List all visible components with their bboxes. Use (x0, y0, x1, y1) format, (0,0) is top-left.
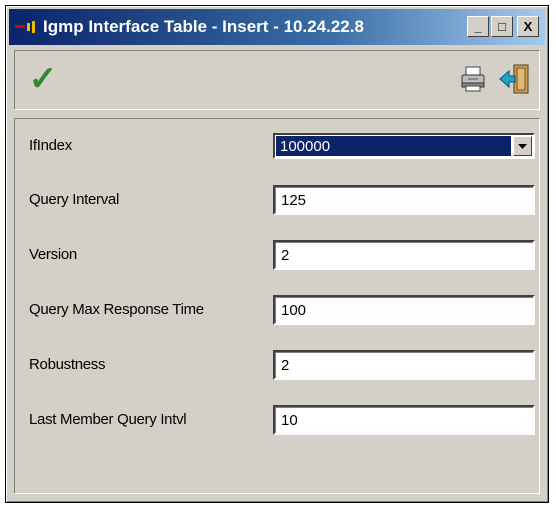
robustness-label: Robustness (29, 356, 106, 373)
ifindex-label: IfIndex (29, 137, 72, 154)
last-member-query-intvl-label: Last Member Query Intvl (29, 411, 187, 428)
title-bar[interactable]: Igmp Interface Table - Insert - 10.24.22… (9, 9, 545, 45)
ifindex-select[interactable]: 100000 (273, 133, 535, 159)
print-button[interactable] (453, 59, 493, 99)
dropdown-button[interactable] (513, 136, 532, 156)
query-max-response-time-input[interactable]: 100 (273, 295, 535, 325)
toolbar: ✓ (14, 50, 540, 110)
ifindex-selected-value: 100000 (276, 136, 511, 156)
row-ifindex: IfIndex 100000 (15, 131, 539, 163)
check-icon: ✓ (28, 60, 58, 98)
query-max-response-time-label: Query Max Response Time (29, 301, 204, 318)
exit-button[interactable] (495, 59, 535, 99)
dialog-window: Igmp Interface Table - Insert - 10.24.22… (5, 5, 549, 503)
version-input[interactable]: 2 (273, 240, 535, 270)
row-query-max-response-time: Query Max Response Time 100 (15, 295, 539, 327)
apply-button[interactable]: ✓ (23, 59, 63, 99)
row-query-interval: Query Interval 125 (15, 185, 539, 217)
close-icon: X (523, 19, 533, 34)
form-panel: IfIndex 100000 Query Interval 125 Versio… (14, 118, 540, 494)
window-controls: _ □ X (465, 16, 539, 37)
window-title: Igmp Interface Table - Insert - 10.24.22… (43, 17, 364, 36)
maximize-button[interactable]: □ (491, 16, 513, 37)
row-last-member-query-intvl: Last Member Query Intvl 10 (15, 405, 539, 437)
query-interval-input[interactable]: 125 (273, 185, 535, 215)
robustness-input[interactable]: 2 (273, 350, 535, 380)
exit-door-icon (499, 64, 529, 94)
row-robustness: Robustness 2 (15, 350, 539, 382)
row-version: Version 2 (15, 240, 539, 272)
minimize-icon: _ (474, 19, 482, 34)
app-icon[interactable] (15, 19, 37, 35)
close-button[interactable]: X (517, 16, 539, 37)
version-label: Version (29, 246, 77, 263)
minimize-button[interactable]: _ (467, 16, 489, 37)
printer-icon (461, 66, 485, 92)
last-member-query-intvl-input[interactable]: 10 (273, 405, 535, 435)
maximize-icon: □ (498, 19, 506, 34)
chevron-down-icon (518, 143, 527, 149)
query-interval-label: Query Interval (29, 191, 120, 208)
